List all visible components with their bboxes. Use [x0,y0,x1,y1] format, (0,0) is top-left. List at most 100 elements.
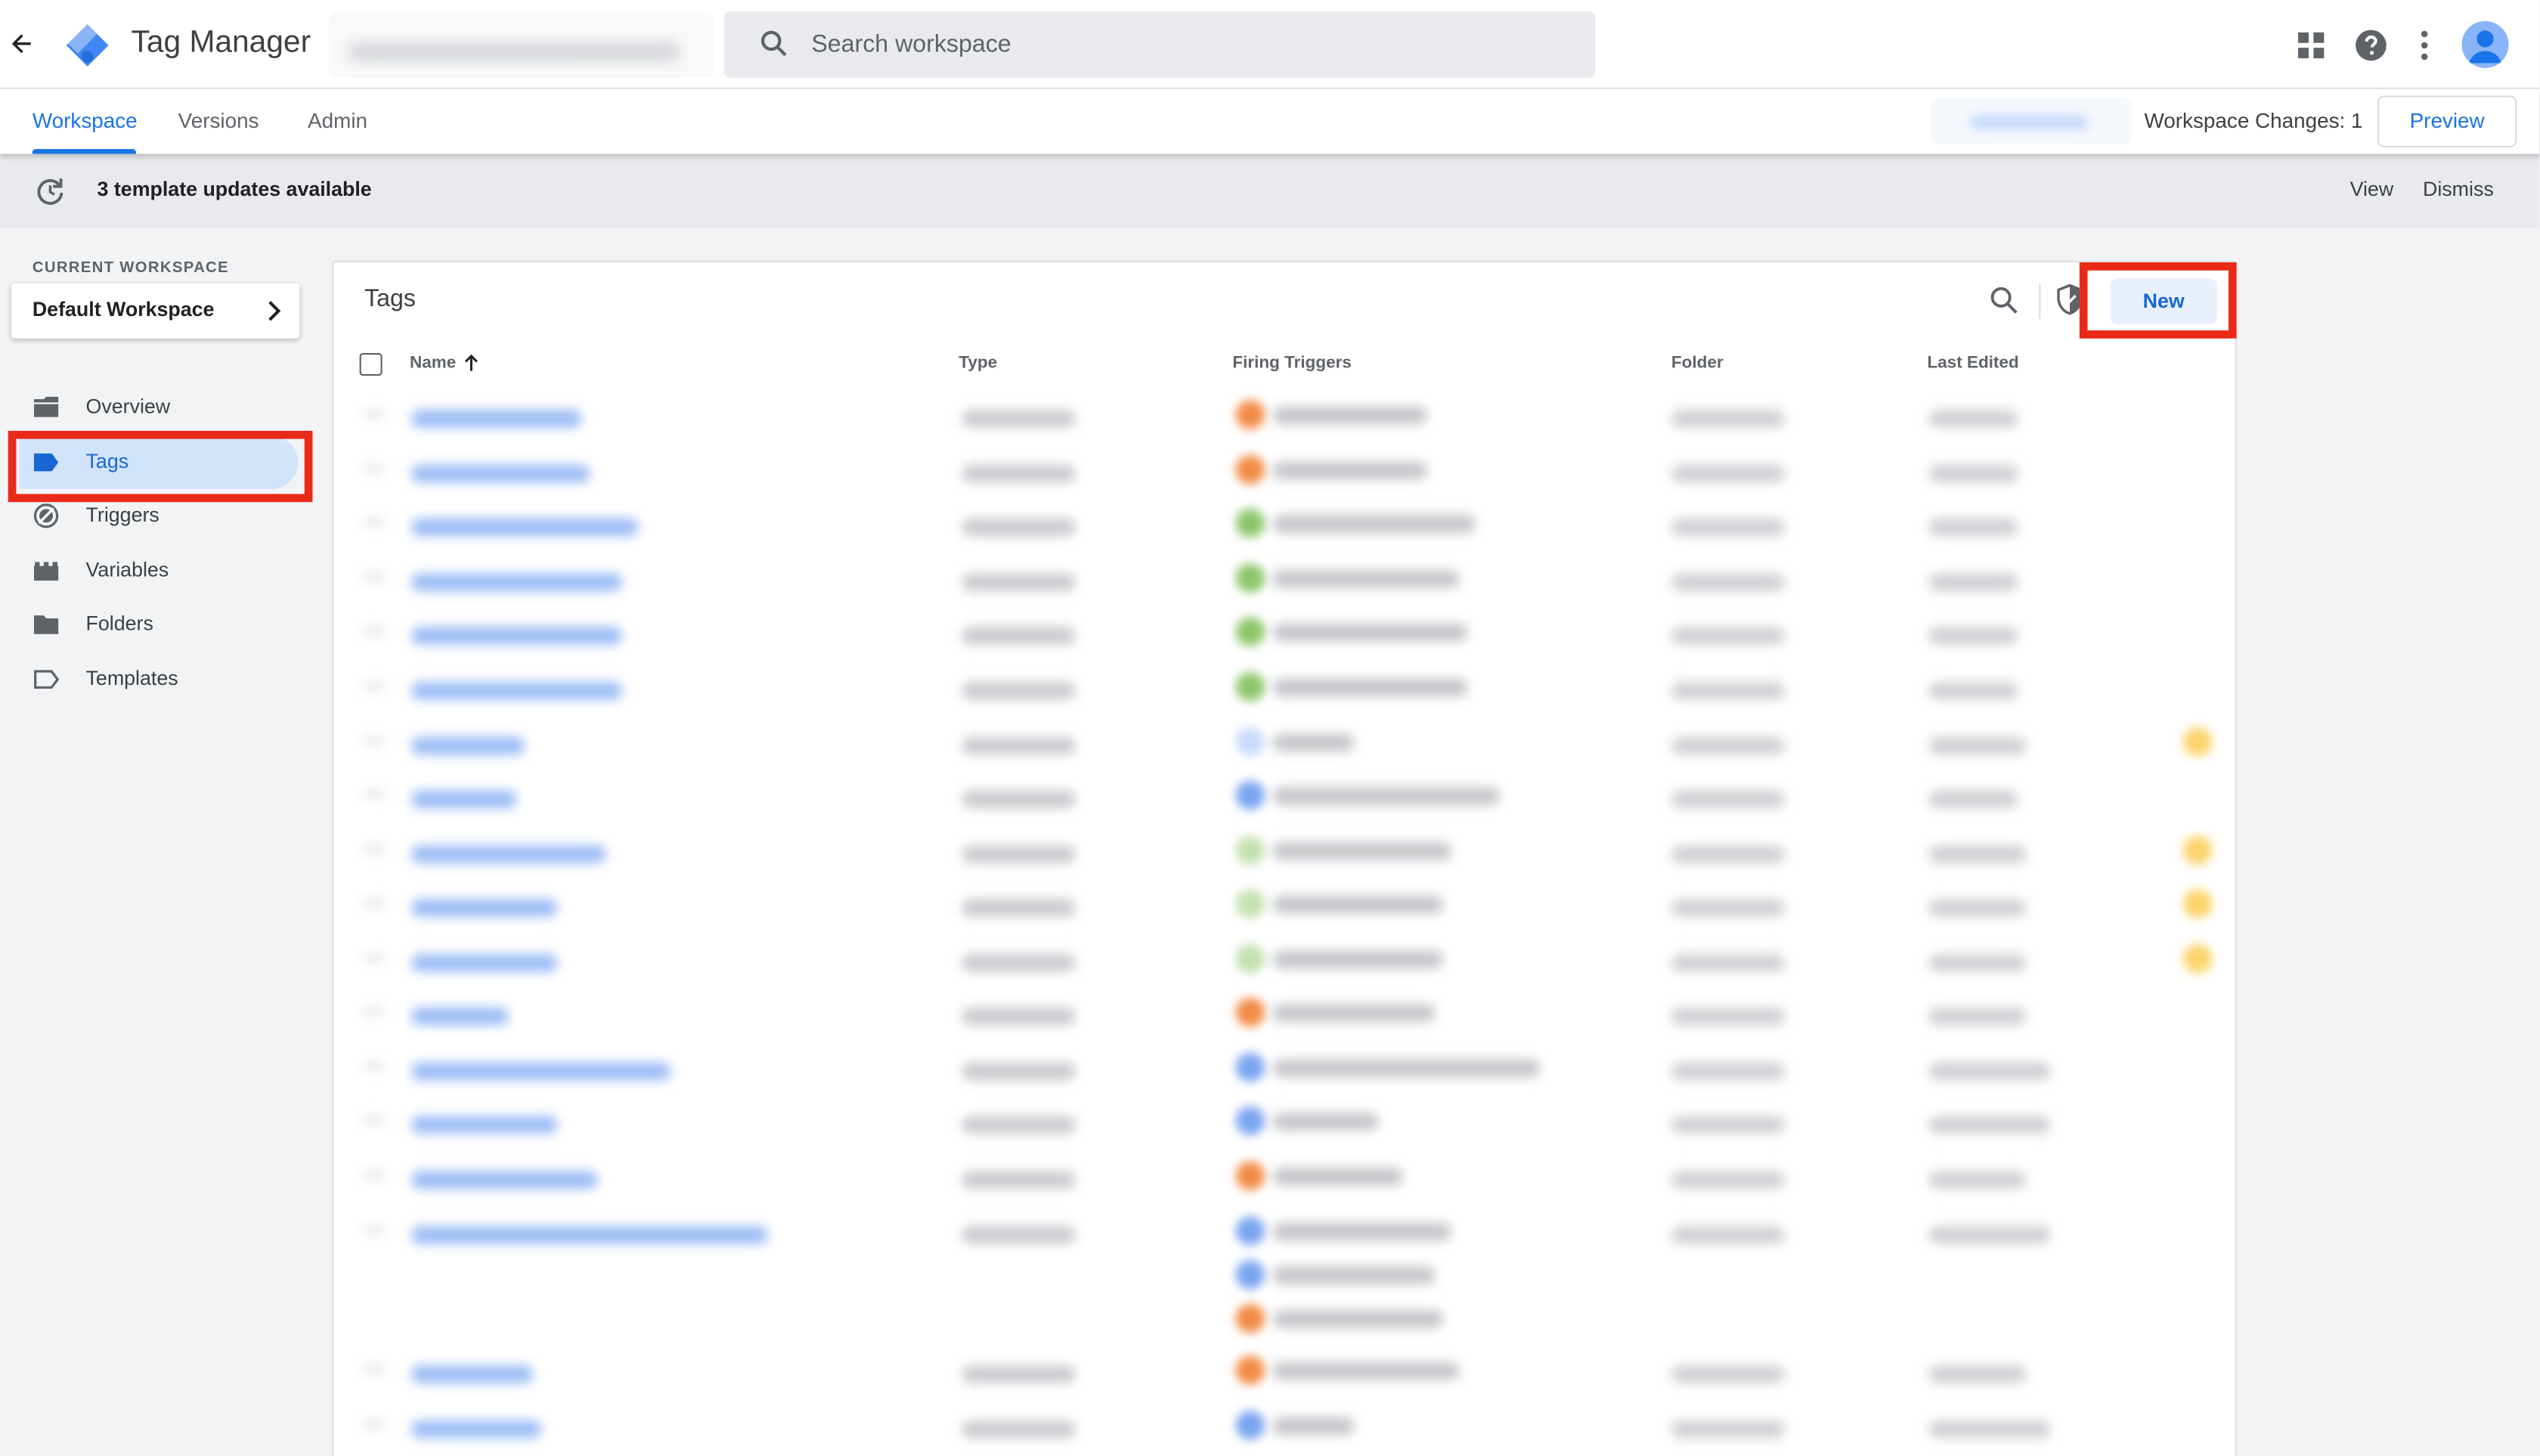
folder-icon [33,615,59,634]
last-edited-blur [1928,681,2018,700]
table-row[interactable] [333,553,2235,601]
gtm-logo-icon [65,23,110,68]
app-title: Tag Manager [131,26,311,60]
trigger-type-dot [1235,889,1265,919]
sidebar-item-label: Folders [85,612,153,635]
trigger-name-blur [1272,1167,1403,1186]
submit-button[interactable] [1930,98,2132,144]
notification-dot [2182,944,2213,974]
new-tag-button[interactable]: New [2110,278,2217,324]
row-checkbox-blur [362,1365,386,1374]
row-checkbox-blur [362,790,386,799]
template-icon [34,670,60,689]
last-edited-blur [1928,518,2018,537]
trigger-name-blur [1272,1112,1379,1131]
table-row[interactable] [333,1095,2235,1143]
search-input[interactable] [811,11,1557,78]
table-row[interactable] [333,1150,2235,1198]
help-icon[interactable] [2353,27,2389,63]
column-header-firing-triggers[interactable]: Firing Triggers [1232,353,1351,373]
tab-workspace[interactable]: Workspace [32,89,138,154]
trigger-name-blur [1272,1059,1541,1077]
table-row[interactable] [333,770,2235,818]
trigger-type-dot [1235,672,1265,702]
trigger-type-dot [1235,1303,1265,1334]
select-all-checkbox[interactable] [359,353,383,376]
column-header-last-edited[interactable]: Last Edited [1927,353,2018,373]
tag-type-blur [962,736,1076,755]
workspace-search[interactable] [723,11,1596,78]
more-vert-icon[interactable] [2413,27,2436,63]
trigger-type-dot [1235,997,1265,1027]
banner-message: 3 template updates available [97,178,372,201]
sidebar-item-variables[interactable]: Variables [20,544,298,598]
top-app-bar: Tag Manager [0,0,2540,89]
row-checkbox-blur [362,410,386,418]
column-header-folder[interactable]: Folder [1671,353,1724,373]
folder-blur [1671,1116,1785,1134]
tag-name-blur [411,518,639,537]
shield-check-icon[interactable] [2055,283,2085,316]
last-edited-blur [1928,464,2018,483]
tag-name-blur [411,1116,557,1134]
trigger-type-dot [1235,780,1265,810]
folder-blur [1671,845,1785,863]
trigger-name-blur [1272,842,1451,860]
table-row[interactable] [333,824,2235,872]
column-header-type[interactable]: Type [959,353,997,373]
workspace-selector[interactable]: Default Workspace [11,283,300,339]
table-row[interactable] [333,1042,2235,1090]
trigger-type-dot [1235,1355,1265,1385]
table-row[interactable] [333,1344,2235,1392]
tag-name-blur [411,1007,509,1026]
trigger-type-dot [1235,1161,1265,1191]
tag-name-blur [411,1170,598,1189]
tag-name-blur [411,627,622,645]
folder-blur [1671,1225,1785,1244]
trigger-type-dot [1235,455,1265,485]
tab-admin[interactable]: Admin [308,89,367,154]
tag-type-blur [962,1116,1076,1134]
table-search-icon[interactable] [1989,285,2020,316]
overview-icon [33,396,59,417]
row-checkbox-blur [362,953,386,962]
sort-ascending-icon[interactable] [463,353,479,373]
table-row[interactable] [333,606,2235,654]
sidebar-item-templates[interactable]: Templates [20,652,298,706]
tab-versions[interactable]: Versions [178,89,259,154]
sidebar-item-overview[interactable]: Overview [20,380,298,434]
user-avatar[interactable] [2461,20,2509,68]
table-row[interactable] [333,878,2235,926]
table-row[interactable] [333,661,2235,709]
preview-button[interactable]: Preview [2377,95,2517,147]
table-row[interactable] [333,716,2235,764]
tag-name-blur [411,953,557,972]
column-header-name[interactable]: Name [410,353,456,373]
tag-name-blur [411,845,606,863]
banner-view-link[interactable]: View [2350,154,2394,227]
last-edited-blur [1928,1170,2027,1189]
sidebar-item-tags[interactable]: Tags [19,435,299,489]
workspace-nav-bar: Workspace Versions Admin Workspace Chang… [0,88,2540,154]
sidebar-item-triggers[interactable]: Triggers [20,489,298,543]
back-arrow-icon[interactable] [8,29,38,59]
banner-dismiss-link[interactable]: Dismiss [2423,154,2494,227]
table-row[interactable] [333,389,2235,437]
folder-blur [1671,1365,1785,1383]
account-container-selector[interactable] [328,13,714,78]
last-edited-blur [1928,953,2027,972]
trigger-type-dot [1235,617,1265,646]
sidebar-item-folders[interactable]: Folders [20,598,298,652]
trigger-type-dot [1235,400,1265,429]
row-checkbox-blur [362,1170,386,1179]
tag-type-blur [962,845,1076,863]
table-row[interactable] [333,1399,2235,1448]
table-row[interactable] [333,444,2235,492]
trigger-type-dot [1235,563,1265,593]
tag-name-blur [411,464,590,483]
table-row[interactable] [333,1205,2235,1334]
table-row[interactable] [333,497,2235,546]
table-row[interactable] [333,933,2235,981]
apps-grid-icon[interactable] [2297,31,2326,60]
table-row[interactable] [333,987,2235,1035]
